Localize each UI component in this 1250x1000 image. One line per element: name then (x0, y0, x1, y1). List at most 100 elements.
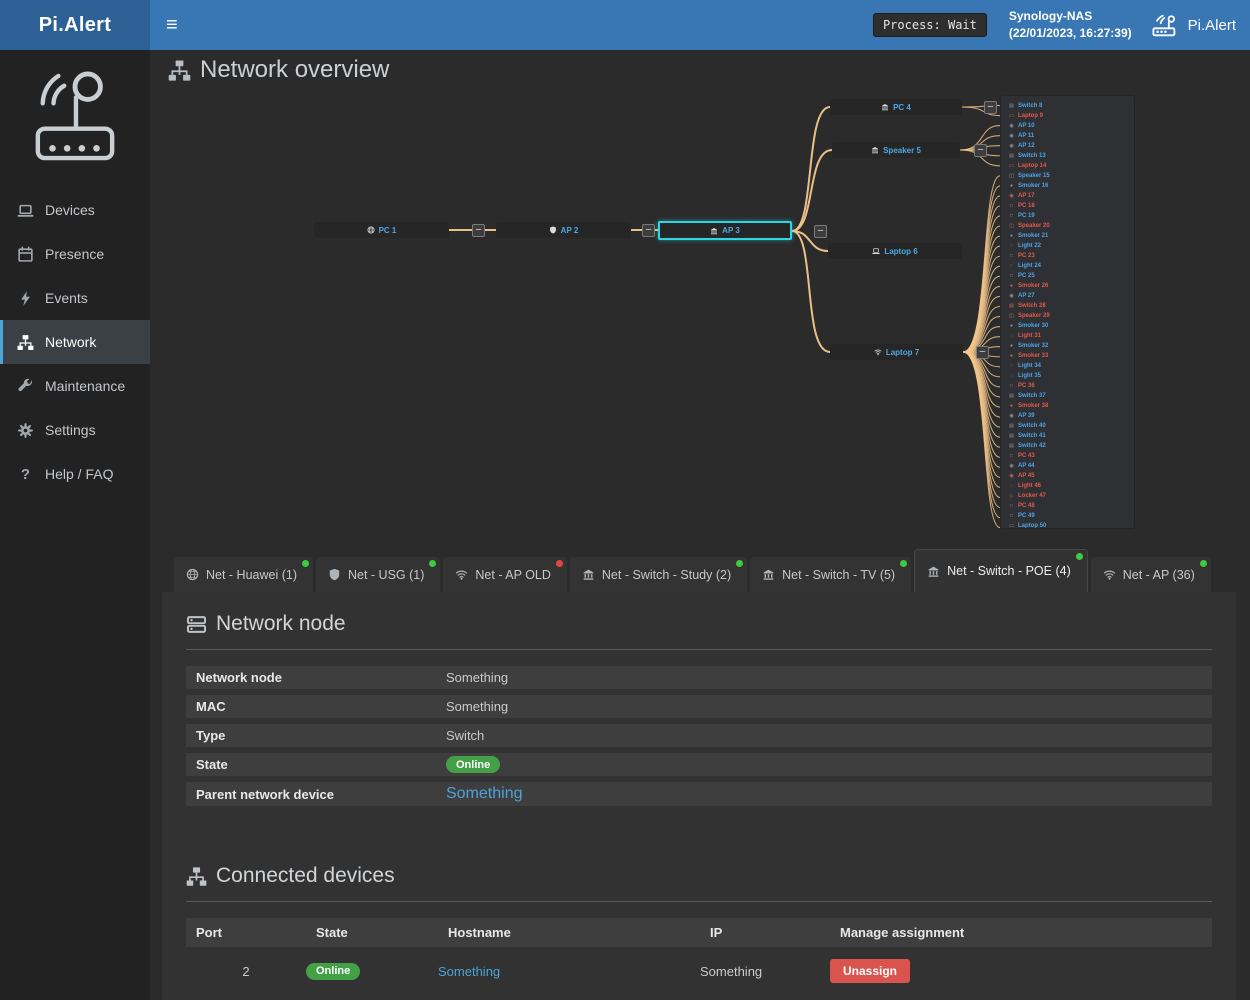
sidebar-item-network[interactable]: Network (0, 320, 150, 364)
cluster-device[interactable]: □PC 43 (1008, 451, 1134, 461)
device-icon: ◌ (1008, 243, 1015, 249)
bank-icon (582, 568, 595, 581)
bank-icon (710, 227, 718, 235)
cluster-device[interactable]: ●Smoker 30 (1008, 321, 1134, 331)
collapse-button[interactable]: − (642, 224, 655, 237)
device-icon: ▭ (1008, 523, 1015, 529)
device-icon: ▤ (1008, 393, 1015, 399)
sidebar-item-events[interactable]: Events (0, 276, 150, 320)
port-value: 2 (196, 964, 306, 979)
collapse-button[interactable]: − (984, 101, 997, 114)
cluster-device[interactable]: ◉AP 11 (1008, 131, 1134, 141)
cluster-device[interactable]: ◇Locker 47 (1008, 491, 1134, 501)
device-icon: □ (1008, 273, 1015, 279)
cluster-device-label: AP 27 (1018, 293, 1035, 299)
cluster-device[interactable]: ▤Switch 40 (1008, 421, 1134, 431)
cluster-device[interactable]: ▤Switch 28 (1008, 301, 1134, 311)
device-icon: ▤ (1008, 153, 1015, 159)
sidebar-item-label: Devices (45, 202, 95, 218)
cluster-device[interactable]: ●Smoker 33 (1008, 351, 1134, 361)
node-pc1[interactable]: PC 1 (314, 222, 449, 238)
device-cluster[interactable]: ▤Switch 8▭Laptop 9◉AP 10◉AP 11◉AP 12▤Swi… (1000, 95, 1135, 529)
hamburger-icon[interactable]: ≡ (150, 14, 194, 37)
cluster-device[interactable]: ▤Switch 37 (1008, 391, 1134, 401)
cluster-device[interactable]: □PC 48 (1008, 501, 1134, 511)
app-logo[interactable]: Pi.Alert (0, 0, 150, 50)
tab-net-switch-poe[interactable]: Net - Switch - POE (4) (914, 549, 1088, 592)
tab-net-switch-tv[interactable]: Net - Switch - TV (5) (750, 557, 911, 592)
node-label: Laptop 7 (886, 348, 919, 357)
sidebar-item-help[interactable]: ? Help / FAQ (0, 452, 150, 496)
collapse-button[interactable]: − (472, 224, 485, 237)
cluster-device[interactable]: ●Smoker 26 (1008, 281, 1134, 291)
sidebar-item-presence[interactable]: Presence (0, 232, 150, 276)
node-laptop6[interactable]: Laptop 6 (828, 243, 962, 259)
cluster-device[interactable]: □PC 23 (1008, 251, 1134, 261)
hostname-link[interactable]: Something (438, 964, 500, 979)
main-content: Network overview PC 1 AP 2 AP 3 PC 4 Spe… (150, 50, 1250, 1000)
cluster-device[interactable]: ▭Laptop 14 (1008, 161, 1134, 171)
node-speaker5[interactable]: Speaker 5 (832, 142, 960, 158)
cluster-device[interactable]: ◉AP 10 (1008, 121, 1134, 131)
node-label: PC 4 (893, 103, 911, 112)
cluster-device[interactable]: ▭Laptop 50 (1008, 521, 1134, 529)
cluster-device[interactable]: ◌Light 31 (1008, 331, 1134, 341)
cluster-device[interactable]: ◫Speaker 29 (1008, 311, 1134, 321)
bank-icon (762, 568, 775, 581)
cluster-device[interactable]: □PC 36 (1008, 381, 1134, 391)
cluster-device-label: PC 43 (1018, 453, 1035, 459)
cluster-device[interactable]: ◌Light 46 (1008, 481, 1134, 491)
cluster-device[interactable]: □PC 49 (1008, 511, 1134, 521)
device-icon: ▤ (1008, 303, 1015, 309)
cluster-device[interactable]: ▤Switch 42 (1008, 441, 1134, 451)
sidebar-item-settings[interactable]: Settings (0, 408, 150, 452)
tab-net-ap[interactable]: Net - AP (36) (1091, 557, 1211, 592)
cluster-device[interactable]: □PC 25 (1008, 271, 1134, 281)
cluster-device-label: Switch 41 (1018, 433, 1046, 439)
node-pc4[interactable]: PC 4 (830, 99, 962, 115)
cluster-device[interactable]: ◉AP 44 (1008, 461, 1134, 471)
node-label: Speaker 5 (883, 146, 921, 155)
cluster-device[interactable]: □PC 18 (1008, 201, 1134, 211)
cluster-device[interactable]: ▤Switch 13 (1008, 151, 1134, 161)
collapse-button[interactable]: − (976, 346, 989, 359)
cluster-device[interactable]: ◉AP 27 (1008, 291, 1134, 301)
cluster-device[interactable]: ◌Light 24 (1008, 261, 1134, 271)
network-node-title: Network node (186, 612, 1212, 636)
cluster-device[interactable]: ◫Speaker 20 (1008, 221, 1134, 231)
device-icon: ▭ (1008, 163, 1015, 169)
node-ap2[interactable]: AP 2 (496, 222, 631, 238)
tab-net-switch-study[interactable]: Net - Switch - Study (2) (570, 557, 747, 592)
cluster-device[interactable]: □PC 19 (1008, 211, 1134, 221)
collapse-button[interactable]: − (974, 144, 987, 157)
collapse-button[interactable]: − (814, 225, 827, 238)
cluster-device[interactable]: ●Smoker 16 (1008, 181, 1134, 191)
cluster-device[interactable]: ▤Switch 8 (1008, 101, 1134, 111)
tab-net-huawei[interactable]: Net - Huawei (1) (174, 557, 313, 592)
device-icon: ▭ (1008, 113, 1015, 119)
cluster-device[interactable]: ▤Switch 41 (1008, 431, 1134, 441)
cluster-device[interactable]: ◉AP 12 (1008, 141, 1134, 151)
sitemap-icon (168, 59, 191, 82)
parent-device-link[interactable]: Something (446, 785, 523, 803)
node-laptop7[interactable]: Laptop 7 (830, 344, 963, 360)
cluster-device-label: Speaker 29 (1018, 313, 1050, 319)
sidebar-item-maintenance[interactable]: Maintenance (0, 364, 150, 408)
cluster-device[interactable]: ◌Light 35 (1008, 371, 1134, 381)
node-ap3-selected[interactable]: AP 3 (658, 221, 792, 240)
tab-net-ap-old[interactable]: Net - AP OLD (443, 557, 567, 592)
cluster-device[interactable]: ●Smoker 32 (1008, 341, 1134, 351)
unassign-button[interactable]: Unassign (830, 959, 910, 983)
cluster-device[interactable]: ▭Laptop 9 (1008, 111, 1134, 121)
cluster-device[interactable]: ◌Light 22 (1008, 241, 1134, 251)
cluster-device[interactable]: ◌Light 34 (1008, 361, 1134, 371)
sidebar-item-devices[interactable]: Devices (0, 188, 150, 232)
router-icon (1152, 14, 1180, 37)
cluster-device[interactable]: ◉AP 17 (1008, 191, 1134, 201)
cluster-device[interactable]: ●Smoker 38 (1008, 401, 1134, 411)
cluster-device[interactable]: ◉AP 45 (1008, 471, 1134, 481)
cluster-device[interactable]: ◉AP 39 (1008, 411, 1134, 421)
cluster-device[interactable]: ◫Speaker 15 (1008, 171, 1134, 181)
tab-net-usg[interactable]: Net - USG (1) (316, 557, 440, 592)
cluster-device[interactable]: ●Smoker 21 (1008, 231, 1134, 241)
